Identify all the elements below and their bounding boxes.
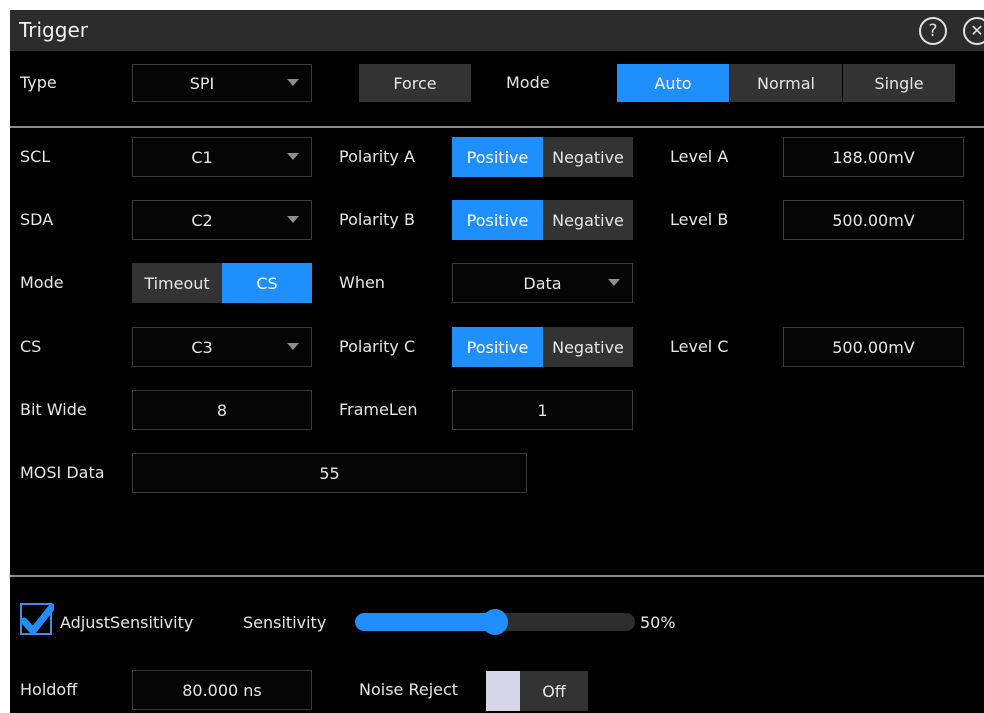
sda-source-value: C2: [191, 210, 213, 230]
mode-normal-button[interactable]: Normal: [730, 64, 842, 102]
close-icon[interactable]: ✕: [963, 17, 984, 45]
scl-label: SCL: [20, 147, 51, 166]
mosi-data-field[interactable]: 55: [132, 453, 527, 493]
polarity-b-positive-button[interactable]: Positive: [452, 200, 543, 240]
level-a-value: 188.00mV: [832, 147, 915, 167]
cs-source-value: C3: [191, 337, 213, 357]
adjust-sensitivity-checkbox[interactable]: [20, 603, 54, 635]
mosi-data-value: 55: [319, 463, 340, 483]
framelen-value: 1: [537, 400, 548, 420]
cs-label: CS: [20, 337, 42, 356]
window-title: Trigger: [19, 18, 88, 42]
polarity-b-negative-button[interactable]: Negative: [543, 200, 633, 240]
polarity-c-label: Polarity C: [339, 337, 416, 356]
mode-auto-button[interactable]: Auto: [617, 64, 729, 102]
title-bar: Trigger ? ✕: [10, 10, 984, 51]
scl-source-value: C1: [191, 147, 213, 167]
mode-label: Mode: [506, 73, 550, 92]
sda-source-dropdown[interactable]: C2: [132, 200, 312, 240]
sensitivity-label: Sensitivity: [243, 613, 327, 632]
caret-down-icon: [287, 343, 299, 350]
level-c-label: Level C: [670, 337, 729, 356]
polarity-a-positive-button[interactable]: Positive: [452, 137, 543, 177]
polarity-b-negative-label: Negative: [552, 210, 624, 230]
level-c-field[interactable]: 500.00mV: [783, 327, 964, 367]
bit-wide-value: 8: [216, 400, 228, 420]
force-label: Force: [393, 73, 437, 93]
mode-single-button[interactable]: Single: [843, 64, 955, 102]
sensitivity-slider-fill: [355, 613, 495, 631]
type-value: SPI: [189, 73, 215, 93]
type-dropdown[interactable]: SPI: [132, 64, 312, 102]
polarity-c-positive-button[interactable]: Positive: [452, 327, 543, 367]
polarity-c-negative-label: Negative: [552, 337, 624, 357]
level-c-value: 500.00mV: [832, 337, 915, 357]
mode-timeout-button[interactable]: Timeout: [132, 263, 222, 303]
holdoff-field[interactable]: 80.000 ns: [132, 670, 312, 710]
holdoff-label: Holdoff: [20, 680, 78, 699]
mode-single-label: Single: [874, 73, 924, 93]
bit-wide-field[interactable]: 8: [132, 390, 312, 430]
polarity-a-positive-label: Positive: [466, 147, 529, 167]
mode-cs-button[interactable]: CS: [222, 263, 312, 303]
mode-timeout-label: Timeout: [144, 273, 210, 293]
level-a-field[interactable]: 188.00mV: [783, 137, 964, 177]
noise-reject-toggle[interactable]: Off: [520, 671, 588, 711]
when-value: Data: [523, 273, 562, 293]
force-button[interactable]: Force: [359, 64, 471, 102]
cs-source-dropdown[interactable]: C3: [132, 327, 312, 367]
polarity-a-negative-label: Negative: [552, 147, 624, 167]
sda-label: SDA: [20, 210, 54, 229]
mode-normal-label: Normal: [757, 73, 815, 93]
sensitivity-value: 50%: [640, 613, 676, 632]
divider-top: [10, 126, 984, 128]
level-b-label: Level B: [670, 210, 729, 229]
holdoff-value: 80.000 ns: [182, 680, 262, 700]
polarity-c-positive-label: Positive: [466, 337, 529, 357]
bit-wide-label: Bit Wide: [20, 400, 87, 419]
caret-down-icon: [287, 153, 299, 160]
caret-down-icon: [287, 79, 299, 86]
mode-cs-label: CS: [256, 273, 278, 293]
polarity-c-negative-button[interactable]: Negative: [543, 327, 633, 367]
polarity-b-label: Polarity B: [339, 210, 415, 229]
screen: Trigger ? ✕ Type SPI Force Mode Auto Nor…: [0, 0, 984, 713]
help-icon[interactable]: ?: [919, 17, 947, 45]
polarity-a-label: Polarity A: [339, 147, 415, 166]
level-a-label: Level A: [670, 147, 729, 166]
when-label: When: [339, 273, 385, 292]
cs-mode-label: Mode: [20, 273, 64, 292]
framelen-field[interactable]: 1: [452, 390, 633, 430]
noise-reject-toggle-knob[interactable]: [486, 671, 520, 711]
level-b-field[interactable]: 500.00mV: [783, 200, 964, 240]
scl-source-dropdown[interactable]: C1: [132, 137, 312, 177]
adjust-sensitivity-label: AdjustSensitivity: [60, 613, 194, 632]
caret-down-icon: [287, 216, 299, 223]
polarity-b-positive-label: Positive: [466, 210, 529, 230]
mosi-data-label: MOSI Data: [20, 463, 105, 482]
checkmark-icon: [20, 603, 54, 635]
when-dropdown[interactable]: Data: [452, 263, 633, 303]
sensitivity-slider-handle[interactable]: [482, 609, 508, 635]
level-b-value: 500.00mV: [832, 210, 915, 230]
polarity-a-negative-button[interactable]: Negative: [543, 137, 633, 177]
mode-auto-label: Auto: [654, 73, 692, 93]
framelen-label: FrameLen: [339, 400, 418, 419]
type-label: Type: [20, 73, 57, 92]
noise-reject-value: Off: [542, 681, 566, 701]
trigger-panel: Trigger ? ✕ Type SPI Force Mode Auto Nor…: [10, 10, 984, 713]
divider-bottom: [10, 575, 984, 577]
noise-reject-label: Noise Reject: [359, 680, 459, 699]
caret-down-icon: [608, 279, 620, 286]
